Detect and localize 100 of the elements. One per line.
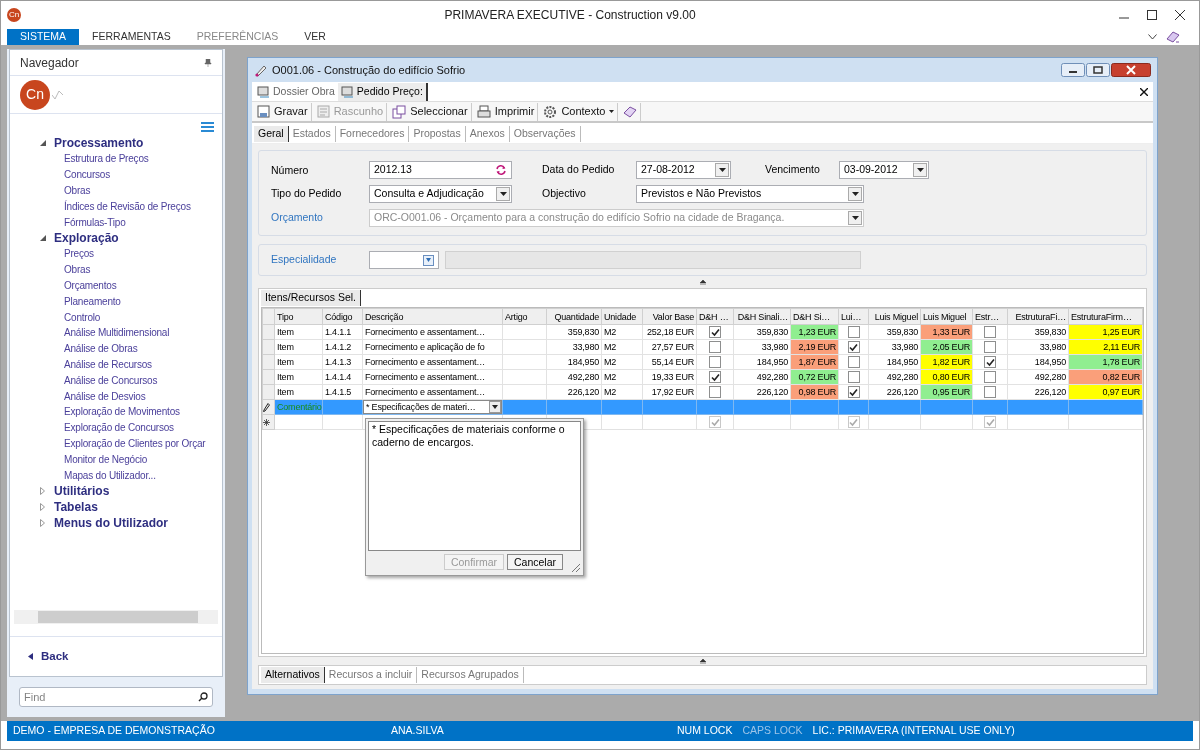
- nav-item[interactable]: Controlo: [64, 310, 101, 324]
- memo-text-area[interactable]: * Especificações de materiais conforme o caderno de encargos.: [368, 421, 581, 551]
- column-header[interactable]: Valor Base: [642, 308, 697, 325]
- column-header[interactable]: D&H …: [696, 308, 734, 325]
- checkbox[interactable]: [984, 341, 996, 353]
- tab[interactable]: Observações: [509, 126, 581, 142]
- column-header[interactable]: Tipo: [274, 308, 323, 325]
- nav-group[interactable]: Menus do Utilizador: [54, 513, 168, 532]
- document-tab[interactable]: Pedido Preço:: [337, 82, 428, 101]
- restore-icon[interactable]: [1086, 63, 1110, 77]
- nav-item[interactable]: Análise de Recursos: [64, 357, 152, 371]
- checkbox[interactable]: [847, 326, 860, 338]
- tab[interactable]: Alternativos: [261, 667, 325, 683]
- minimize-icon[interactable]: [1061, 63, 1085, 77]
- tab[interactable]: Estados: [288, 126, 336, 142]
- comment-dropdown[interactable]: * Especificações de materi…: [363, 400, 502, 414]
- tab[interactable]: Itens/Recursos Sel.: [261, 290, 362, 306]
- checkbox[interactable]: [984, 326, 996, 338]
- toolbar-button[interactable]: Imprimir: [473, 102, 539, 121]
- checkbox[interactable]: [709, 341, 721, 353]
- checkbox[interactable]: [709, 386, 721, 398]
- checkbox[interactable]: [847, 371, 860, 383]
- nav-item[interactable]: Exploração de Clientes por Orçar: [64, 436, 206, 450]
- cancel-button[interactable]: Cancelar: [506, 554, 563, 570]
- nav-item[interactable]: Exploração de Movimentos: [64, 405, 180, 419]
- nav-group[interactable]: Utilitários: [54, 481, 110, 500]
- nav-group[interactable]: Tabelas: [54, 497, 98, 516]
- checkbox[interactable]: [984, 416, 996, 428]
- column-header[interactable]: Estr…: [972, 308, 1008, 325]
- checkbox[interactable]: [709, 416, 721, 428]
- lookup-icon[interactable]: [423, 254, 434, 266]
- checkbox[interactable]: [847, 416, 860, 428]
- menu-tab[interactable]: FERRAMENTAS: [79, 29, 184, 45]
- pin-icon[interactable]: [204, 58, 212, 67]
- input-field[interactable]: 2012.13: [369, 161, 512, 179]
- nav-item[interactable]: Análise de Concursos: [64, 373, 158, 387]
- column-header[interactable]: Luis Miguel: [920, 308, 973, 325]
- column-header[interactable]: Artigo: [502, 308, 547, 325]
- document-tab[interactable]: Dossier Obra: [254, 82, 338, 101]
- checkbox[interactable]: [709, 371, 721, 383]
- toolbar-button[interactable]: Contexto: [540, 102, 619, 121]
- checkbox[interactable]: [709, 326, 721, 338]
- field-link[interactable]: Especialidade: [271, 252, 365, 268]
- menu-tab[interactable]: VER: [291, 29, 339, 45]
- column-header[interactable]: D&H Si…: [790, 308, 839, 325]
- nav-item[interactable]: Análise de Desvios: [64, 389, 146, 403]
- nav-item[interactable]: Obras: [64, 263, 91, 277]
- checkbox[interactable]: [709, 356, 721, 368]
- menu-tab[interactable]: SISTEMA: [7, 29, 80, 45]
- nav-item[interactable]: Preços: [64, 247, 94, 261]
- column-header[interactable]: Descrição: [362, 308, 503, 325]
- nav-item[interactable]: Orçamentos: [64, 278, 117, 292]
- dropdown-field[interactable]: 27-08-2012: [636, 161, 731, 179]
- nav-item[interactable]: Análise Multidimensional: [64, 326, 170, 340]
- nav-item[interactable]: Análise de Obras: [64, 342, 138, 356]
- column-header[interactable]: Luis Miguel: [868, 308, 921, 325]
- checkbox[interactable]: [847, 356, 860, 368]
- checkbox[interactable]: [984, 371, 996, 383]
- checkbox[interactable]: [984, 386, 996, 398]
- nav-group[interactable]: Exploração: [54, 229, 119, 247]
- splitter-grip-icon[interactable]: [699, 658, 706, 664]
- chevron-down-icon[interactable]: [1148, 34, 1157, 40]
- nav-group[interactable]: Processamento: [54, 134, 144, 152]
- column-header[interactable]: Código: [322, 308, 363, 325]
- tab[interactable]: Propostas: [409, 126, 466, 142]
- tab[interactable]: Geral: [254, 126, 289, 142]
- nav-item[interactable]: Exploração de Concursos: [64, 421, 174, 435]
- dropdown-field[interactable]: Consulta e Adjudicação: [369, 185, 512, 203]
- nav-item[interactable]: Concursos: [64, 168, 110, 182]
- back-arrow-icon[interactable]: [28, 653, 33, 660]
- checkbox[interactable]: [847, 386, 860, 398]
- resize-grip-icon[interactable]: [571, 563, 580, 572]
- column-header[interactable]: D&H Sinali…: [733, 308, 791, 325]
- column-header[interactable]: Quantidade: [546, 308, 602, 325]
- back-link[interactable]: Back: [41, 647, 69, 666]
- nav-item[interactable]: Índices de Revisão de Preços: [64, 199, 191, 213]
- column-header[interactable]: EstruturaFi…: [1007, 308, 1069, 325]
- checkbox[interactable]: [847, 341, 860, 353]
- dropdown-field[interactable]: 03-09-2012: [839, 161, 929, 179]
- nav-item[interactable]: Monitor de Negócio: [64, 452, 148, 466]
- tab[interactable]: Recursos a incluir: [324, 667, 418, 683]
- search-icon[interactable]: [198, 692, 208, 702]
- nav-item[interactable]: Obras: [64, 184, 91, 197]
- maximize-icon[interactable]: [1147, 10, 1157, 20]
- book-icon[interactable]: [1165, 30, 1181, 44]
- nav-item[interactable]: Estrutura de Preços: [64, 152, 149, 166]
- close-icon[interactable]: [1111, 63, 1151, 77]
- column-header[interactable]: EstruturaFirm…: [1068, 308, 1143, 325]
- tab[interactable]: Anexos: [465, 126, 510, 142]
- nav-item[interactable]: Planeamento: [64, 294, 121, 308]
- horizontal-scrollbar[interactable]: [14, 610, 218, 624]
- close-icon[interactable]: [1140, 87, 1148, 96]
- dropdown-field[interactable]: Previstos e Não Previstos: [636, 185, 864, 203]
- column-header[interactable]: Lui…: [838, 308, 869, 325]
- tab[interactable]: Fornecedores: [335, 126, 410, 142]
- nav-item[interactable]: Mapas do Utilizador...: [64, 468, 156, 482]
- refresh-icon[interactable]: [495, 164, 507, 176]
- close-icon[interactable]: [1175, 10, 1185, 20]
- column-header[interactable]: Unidade: [601, 308, 643, 325]
- find-field[interactable]: Find: [19, 687, 213, 707]
